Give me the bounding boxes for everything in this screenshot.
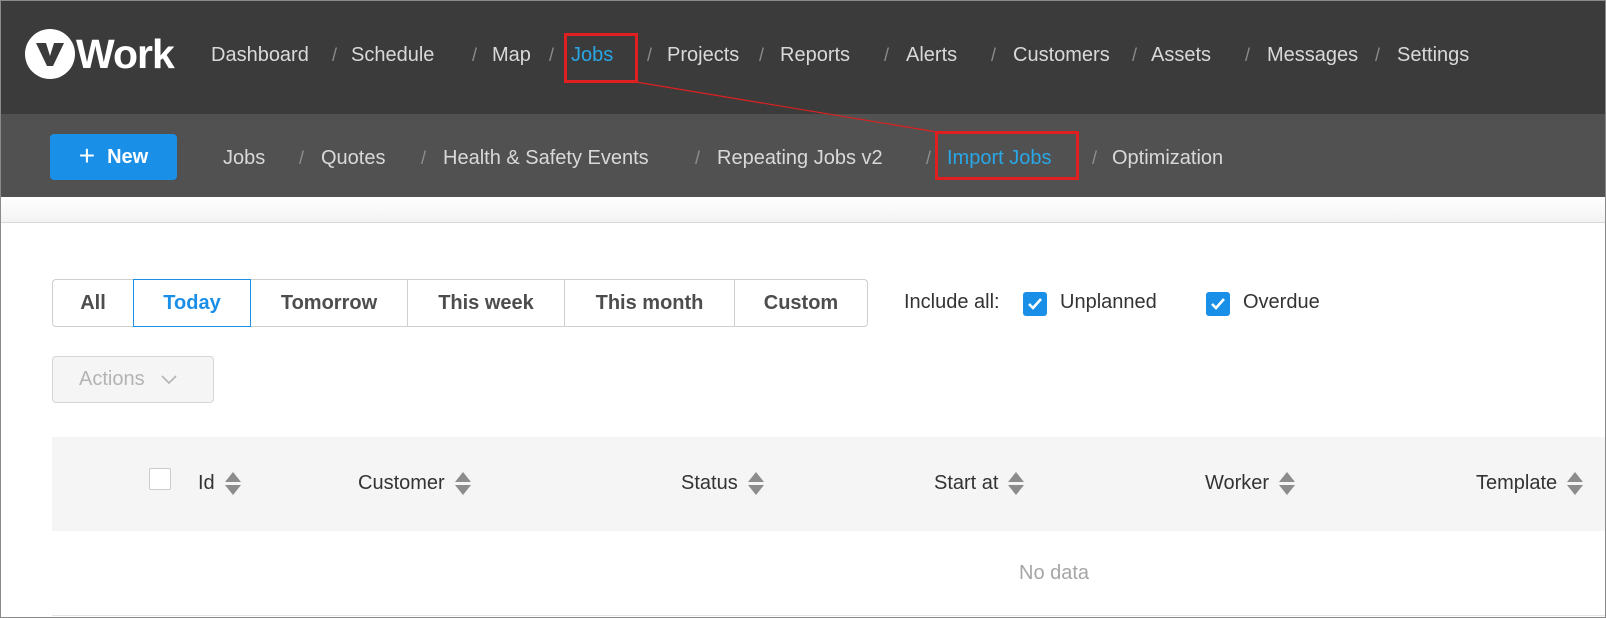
column-label: Customer	[358, 472, 445, 494]
sort-icon[interactable]	[747, 472, 764, 495]
column-header-id[interactable]: Id	[198, 472, 241, 495]
actions-dropdown[interactable]: Actions	[52, 356, 214, 403]
sort-icon[interactable]	[224, 472, 241, 495]
column-label: Id	[198, 472, 215, 494]
overdue-label[interactable]: Overdue	[1243, 291, 1320, 314]
filter-today[interactable]: Today	[133, 279, 251, 327]
column-label: Status	[681, 472, 738, 494]
column-label: Start at	[934, 472, 999, 494]
sort-icon[interactable]	[454, 472, 471, 495]
actions-label: Actions	[79, 368, 145, 390]
select-all-checkbox[interactable]	[149, 468, 171, 490]
date-filter-segments: All Today Tomorrow This week This month …	[52, 279, 868, 327]
overdue-checkbox[interactable]	[1206, 292, 1230, 316]
column-label: Template	[1476, 472, 1558, 494]
filter-tomorrow[interactable]: Tomorrow	[250, 279, 408, 327]
filter-custom[interactable]: Custom	[734, 279, 868, 327]
column-header-worker[interactable]: Worker	[1205, 472, 1296, 495]
empty-table-message: No data	[1019, 562, 1090, 584]
column-header-start-at[interactable]: Start at	[934, 472, 1025, 495]
filter-this-month[interactable]: This month	[564, 279, 735, 327]
sort-icon[interactable]	[1279, 472, 1296, 495]
sort-icon[interactable]	[1008, 472, 1025, 495]
chevron-down-icon	[161, 374, 177, 384]
filter-this-week[interactable]: This week	[407, 279, 565, 327]
check-icon	[1028, 298, 1042, 310]
column-label: Worker	[1205, 472, 1270, 494]
table-bottom-divider	[52, 615, 1605, 616]
unplanned-label[interactable]: Unplanned	[1060, 291, 1157, 314]
sort-icon[interactable]	[1567, 472, 1584, 495]
filter-all[interactable]: All	[52, 279, 134, 327]
include-all-label: Include all:	[904, 291, 1000, 313]
unplanned-checkbox[interactable]	[1023, 292, 1047, 316]
table-header-row	[52, 437, 1605, 531]
column-header-status[interactable]: Status	[681, 472, 764, 495]
column-header-template[interactable]: Template	[1476, 472, 1584, 495]
check-icon	[1211, 298, 1225, 310]
column-header-customer[interactable]: Customer	[358, 472, 471, 495]
app-window: Work Dashboard / Schedule / Map / Jobs /…	[0, 0, 1606, 618]
